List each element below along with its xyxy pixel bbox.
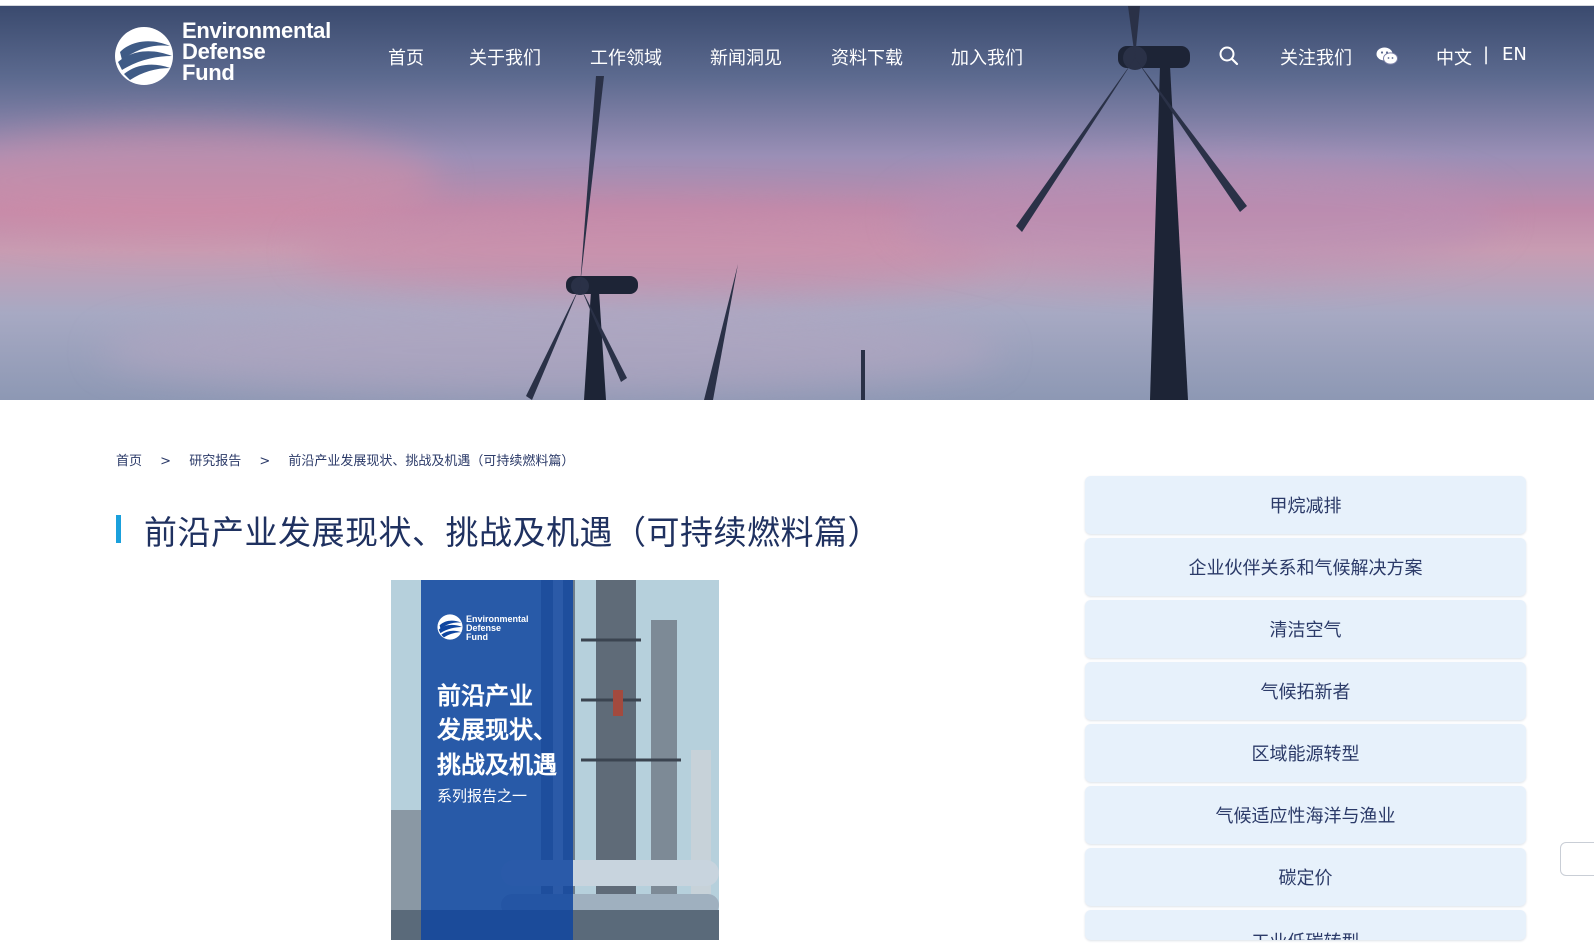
breadcrumb: 首页 > 研究报告 > 前沿产业发展现状、挑战及机遇（可持续燃料篇） — [116, 450, 574, 469]
sidebar-item-label: 企业伙伴关系和气候解决方案 — [1188, 558, 1423, 579]
logo-line: Fund — [182, 60, 235, 85]
breadcrumb-separator: > — [259, 454, 271, 469]
sidebar-item-corporate-partnerships[interactable]: 企业伙伴关系和气候解决方案 — [1085, 538, 1526, 596]
cover-edf-logo-mark — [437, 614, 463, 640]
follow-us-link[interactable]: 关注我们 — [1280, 44, 1352, 70]
cover-logo-text: Environmental Defense Fund — [466, 615, 529, 642]
search-icon[interactable] — [1219, 46, 1239, 66]
breadcrumb-research-reports[interactable]: 研究报告 — [189, 450, 241, 469]
sidebar-item-label: 甲烷减排 — [1269, 496, 1342, 517]
nav-item-work-areas[interactable]: 工作领域 — [590, 44, 662, 70]
nav-item-home[interactable]: 首页 — [388, 44, 424, 70]
cover-logo-line: Fund — [466, 632, 488, 642]
title-accent-bar — [116, 515, 121, 543]
lang-en-link[interactable]: EN — [1502, 44, 1527, 65]
sidebar-item-industrial-decarbonization[interactable]: 工业低碳转型 — [1085, 910, 1526, 940]
breadcrumb-separator: > — [160, 454, 172, 469]
lang-separator: | — [1483, 44, 1490, 65]
sidebar-item-climate-innovators[interactable]: 气候拓新者 — [1085, 662, 1526, 720]
report-cover-image: Environmental Defense Fund 前沿产业 发展现状、 挑战… — [391, 580, 719, 940]
sidebar-item-ocean-fisheries[interactable]: 气候适应性海洋与渔业 — [1085, 786, 1526, 844]
cover-title-line: 发展现状、 — [437, 716, 557, 744]
sidebar-item-carbon-pricing[interactable]: 碳定价 — [1085, 848, 1526, 906]
cover-title-line: 前沿产业 — [437, 682, 533, 710]
wechat-icon[interactable] — [1376, 46, 1398, 66]
nav-item-about[interactable]: 关于我们 — [469, 44, 541, 70]
sidebar-item-label: 气候拓新者 — [1260, 682, 1351, 703]
nav-item-join[interactable]: 加入我们 — [951, 44, 1023, 70]
edf-logo[interactable]: Environmental Defense Fund — [114, 20, 334, 90]
cover-subtitle: 系列报告之一 — [437, 787, 528, 805]
sidebar-item-label: 工业低碳转型 — [1252, 928, 1360, 940]
sidebar-item-label: 气候适应性海洋与渔业 — [1215, 806, 1396, 827]
sidebar-item-methane[interactable]: 甲烷减排 — [1085, 476, 1526, 534]
logo-line: Environmental — [182, 18, 331, 43]
breadcrumb-current: 前沿产业发展现状、挑战及机遇（可持续燃料篇） — [288, 454, 575, 469]
edf-logo-mark — [115, 27, 173, 85]
nav-item-downloads[interactable]: 资料下载 — [831, 44, 903, 70]
sidebar-item-label: 区域能源转型 — [1251, 744, 1360, 765]
lang-zh-link[interactable]: 中文 — [1436, 44, 1472, 70]
sidebar-topics: 甲烷减排 企业伙伴关系和气候解决方案 清洁空气 气候拓新者 区域能源转型 气候适… — [1085, 476, 1526, 944]
nav-item-news[interactable]: 新闻洞见 — [710, 44, 782, 70]
sidebar-item-label: 清洁空气 — [1269, 620, 1342, 641]
breadcrumb-home[interactable]: 首页 — [116, 450, 142, 469]
sidebar-item-label: 碳定价 — [1278, 868, 1333, 889]
edf-logo-text: Environmental Defense Fund — [182, 18, 331, 85]
cover-title-line: 挑战及机遇 — [437, 751, 557, 779]
sidebar-item-clean-air[interactable]: 清洁空气 — [1085, 600, 1526, 658]
sidebar-item-regional-energy[interactable]: 区域能源转型 — [1085, 724, 1526, 782]
logo-line: Defense — [182, 39, 266, 64]
floating-side-tab[interactable] — [1560, 842, 1594, 876]
page-title: 前沿产业发展现状、挑战及机遇（可持续燃料篇） — [144, 513, 881, 552]
